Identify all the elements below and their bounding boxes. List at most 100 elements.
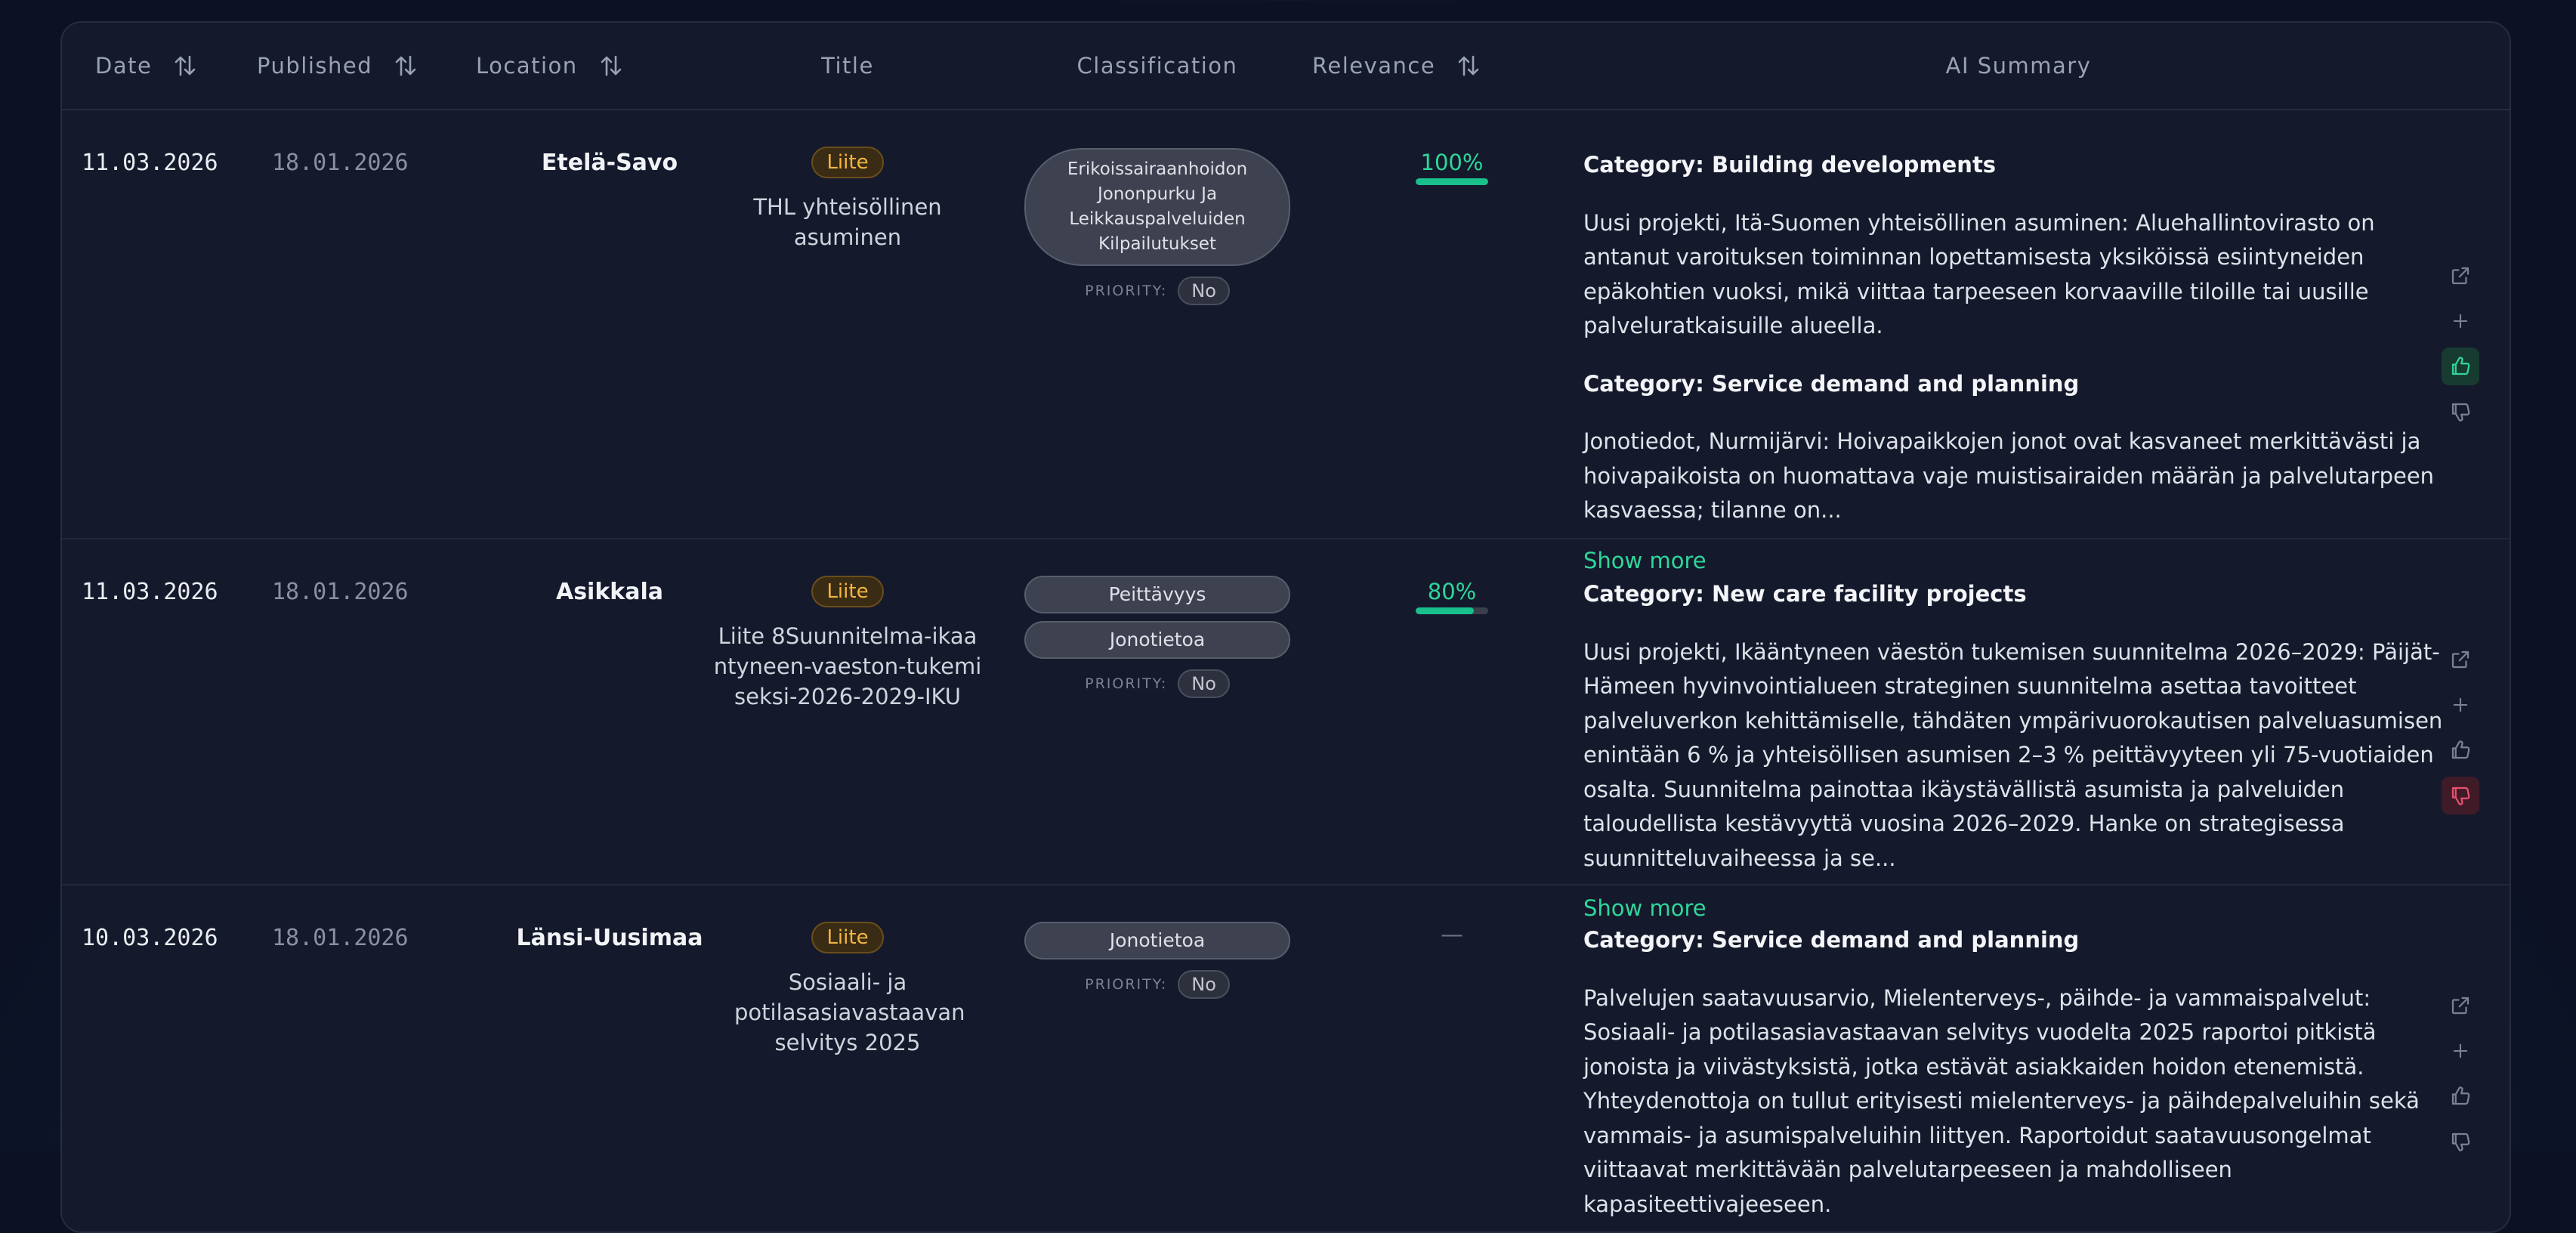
column-title-label: Title: [821, 53, 874, 79]
thumbs-up-button[interactable]: [2442, 348, 2479, 385]
row-actions: [2442, 641, 2479, 822]
thumbs-down-icon: [2451, 403, 2470, 422]
ai-summary: Category: Service demand and planning Pa…: [1583, 923, 2452, 1231]
row-location: Länsi-Uusimaa: [516, 925, 703, 951]
priority-label: PRIORITY:: [1085, 976, 1168, 993]
add-button[interactable]: [2442, 686, 2479, 724]
attachment-badge: Liite: [811, 576, 884, 607]
add-button[interactable]: [2442, 1032, 2479, 1070]
attachment-badge: Liite: [811, 922, 884, 953]
row-published: 18.01.2026: [272, 925, 409, 951]
row-title[interactable]: Sosiaali- ja potilasasiavastaavan selvit…: [734, 967, 965, 1058]
external-link-icon: [2451, 997, 2469, 1015]
row-classification-cell: Jonotietoa PRIORITY: No: [999, 922, 1316, 999]
priority-label: PRIORITY:: [1085, 283, 1168, 299]
thumbs-up-icon: [2451, 357, 2470, 375]
row-title-cell: Liite Liite 8Suunnitelma-ikaantyneen-vae…: [712, 576, 984, 712]
column-ai-summary-label: AI Summary: [1945, 53, 2092, 79]
thumbs-up-button[interactable]: [2442, 1077, 2479, 1115]
sort-arrows-icon[interactable]: [1458, 54, 1479, 77]
summary-text: Jonotiedot, Nurmijärvi: Hoivapaikkojen j…: [1583, 428, 2435, 523]
open-link-button[interactable]: [2442, 257, 2479, 295]
priority-value[interactable]: No: [1178, 277, 1230, 305]
sort-arrows-icon[interactable]: [175, 54, 196, 77]
row-actions: [2442, 257, 2479, 438]
classification-tag: Jonotietoa: [1024, 621, 1290, 659]
summary-text: Uusi projekti, Itä-Suomen yhteisöllinen …: [1583, 209, 2375, 339]
column-classification: Classification: [999, 23, 1316, 109]
plus-icon: [2453, 1043, 2468, 1058]
row-published: 18.01.2026: [272, 150, 409, 176]
summary-text: Uusi projekti, Ikääntyneen väestön tukem…: [1583, 638, 2443, 871]
row-classification-cell: Erikoissairaanhoidon Jononpurku Ja Leikk…: [999, 148, 1316, 305]
classification-tag: Erikoissairaanhoidon Jononpurku Ja Leikk…: [1024, 148, 1290, 266]
open-link-button[interactable]: [2442, 987, 2479, 1024]
classification-tag: Jonotietoa: [1024, 922, 1290, 960]
ai-summary: Category: Building developments Uusi pro…: [1583, 148, 2452, 578]
sort-arrows-icon[interactable]: [601, 54, 622, 77]
table-row[interactable]: 11.03.2026 18.01.2026 Asikkala Liite Lii…: [62, 539, 2510, 921]
thumbs-up-icon: [2451, 740, 2470, 759]
thumbs-down-button[interactable]: [2442, 1123, 2479, 1160]
row-date: 11.03.2026: [82, 150, 218, 176]
row-date: 10.03.2026: [82, 925, 218, 951]
relevance-empty: —: [1441, 922, 1463, 948]
priority-value[interactable]: No: [1178, 669, 1230, 698]
thumbs-down-button[interactable]: [2442, 393, 2479, 431]
relevance-bar-fill: [1416, 178, 1488, 185]
row-published: 18.01.2026: [272, 579, 409, 605]
row-relevance-cell: 100%: [1376, 150, 1527, 185]
column-title: Title: [697, 23, 999, 109]
summary-text: Palvelujen saatavuusarvio, Mielenterveys…: [1583, 984, 2420, 1217]
column-location-label: Location: [476, 53, 578, 79]
row-title-cell: Liite THL yhteisöllinen asuminen: [697, 147, 999, 252]
summary-category: Category: New care facility projects: [1583, 581, 2027, 607]
open-link-button[interactable]: [2442, 641, 2479, 678]
attachment-badge: Liite: [811, 147, 884, 178]
column-published[interactable]: Published: [257, 23, 416, 109]
row-title[interactable]: THL yhteisöllinen asuminen: [697, 192, 999, 252]
summary-category: Category: Building developments: [1583, 152, 1997, 178]
summary-category: Category: Service demand and planning: [1583, 370, 2080, 397]
results-table: Date Published Location Title Classifica…: [60, 21, 2511, 1233]
classification-tag: Peittävyys: [1024, 576, 1290, 613]
summary-category: Category: Service demand and planning: [1583, 927, 2080, 953]
priority-label: PRIORITY:: [1085, 675, 1168, 692]
row-relevance-cell: —: [1376, 922, 1527, 948]
add-button[interactable]: [2442, 302, 2479, 340]
relevance-value: 100%: [1420, 150, 1484, 175]
external-link-icon: [2451, 267, 2469, 285]
row-title[interactable]: Liite 8Suunnitelma-ikaantyneen-vaeston-t…: [712, 621, 984, 712]
external-link-icon: [2451, 650, 2469, 669]
column-relevance[interactable]: Relevance: [1312, 23, 1479, 109]
ai-summary: Category: New care facility projects Uus…: [1583, 577, 2452, 926]
relevance-bar-fill: [1416, 607, 1474, 614]
column-date[interactable]: Date: [95, 23, 196, 109]
column-published-label: Published: [257, 53, 373, 79]
column-relevance-label: Relevance: [1312, 53, 1436, 79]
relevance-bar: [1416, 178, 1488, 185]
column-classification-label: Classification: [1076, 53, 1238, 79]
row-location: Asikkala: [555, 579, 664, 605]
priority-indicator: PRIORITY: No: [999, 970, 1316, 999]
priority-indicator: PRIORITY: No: [999, 277, 1316, 305]
thumbs-up-icon: [2451, 1086, 2470, 1105]
thumbs-down-icon: [2451, 1133, 2470, 1151]
column-ai-summary: AI Summary: [1527, 23, 2510, 109]
thumbs-up-button[interactable]: [2442, 731, 2479, 769]
column-date-label: Date: [95, 53, 153, 79]
column-location[interactable]: Location: [476, 23, 622, 109]
thumbs-down-button[interactable]: [2442, 777, 2479, 814]
priority-indicator: PRIORITY: No: [999, 669, 1316, 698]
row-title-cell: Liite Sosiaali- ja potilasasiavastaavan …: [734, 922, 965, 1058]
relevance-bar: [1416, 607, 1488, 614]
table-row[interactable]: 10.03.2026 18.01.2026 Länsi-Uusimaa Liit…: [62, 885, 2510, 1231]
plus-icon: [2453, 697, 2468, 712]
thumbs-down-icon: [2451, 786, 2470, 805]
priority-value[interactable]: No: [1178, 970, 1230, 999]
sort-arrows-icon[interactable]: [395, 54, 416, 77]
row-actions: [2442, 987, 2479, 1168]
row-classification-cell: Peittävyys Jonotietoa PRIORITY: No: [999, 576, 1316, 698]
table-row[interactable]: 11.03.2026 18.01.2026 Etelä-Savo Liite T…: [62, 110, 2510, 573]
table-header: Date Published Location Title Classifica…: [62, 23, 2510, 110]
